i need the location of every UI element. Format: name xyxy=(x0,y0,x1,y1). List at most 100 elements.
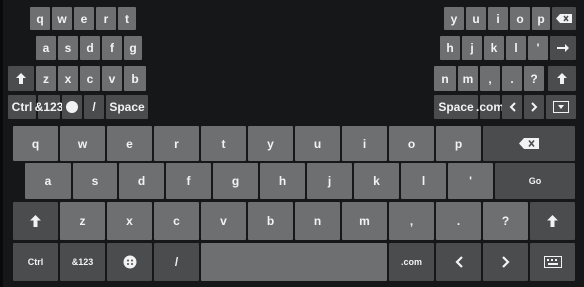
key-label: r xyxy=(174,136,179,151)
key-z[interactable]: z xyxy=(60,202,105,240)
key-j[interactable]: j xyxy=(307,163,352,199)
key-label: / xyxy=(174,255,179,269)
key-n[interactable]: n xyxy=(295,202,340,240)
key-l-split[interactable]: l xyxy=(506,36,526,60)
key-c[interactable]: c xyxy=(154,202,199,240)
key-g[interactable]: g xyxy=(213,163,258,199)
right-arrow-key[interactable] xyxy=(483,243,528,281)
key-i-split[interactable]: i xyxy=(488,7,508,30)
key-label: b xyxy=(266,214,275,228)
key-comma-split[interactable]: , xyxy=(480,66,500,91)
key-y[interactable]: y xyxy=(248,126,293,161)
key-apostrophe-split[interactable]: ' xyxy=(528,36,548,60)
key-x-split[interactable]: x xyxy=(58,66,78,91)
key-r-split[interactable]: r xyxy=(96,7,116,30)
key-x[interactable]: x xyxy=(107,202,152,240)
key-q-split[interactable]: q xyxy=(30,7,50,30)
key-n-split[interactable]: n xyxy=(434,66,456,91)
dotcom-key[interactable]: .com xyxy=(389,243,434,281)
key-m-split[interactable]: m xyxy=(458,66,478,91)
key-k[interactable]: k xyxy=(354,163,399,199)
key-label: . xyxy=(456,214,461,228)
key-o[interactable]: o xyxy=(389,126,434,161)
backspace-key[interactable] xyxy=(483,126,575,161)
key-p-split[interactable]: p xyxy=(532,7,550,30)
key-v[interactable]: v xyxy=(201,202,246,240)
key-d-split[interactable]: d xyxy=(80,36,100,60)
key-q[interactable]: q xyxy=(13,126,58,161)
key-b-split[interactable]: b xyxy=(124,66,146,91)
key-t[interactable]: t xyxy=(201,126,246,161)
key-f-split[interactable]: f xyxy=(102,36,122,60)
key-label: f xyxy=(110,41,114,55)
key-u[interactable]: u xyxy=(295,126,340,161)
left-arrow-key[interactable] xyxy=(436,243,481,281)
key-period-split[interactable]: . xyxy=(502,66,522,91)
key-g-split[interactable]: g xyxy=(124,36,142,60)
go-key[interactable]: Go xyxy=(495,163,575,199)
backspace-key-split[interactable] xyxy=(552,7,576,30)
emoji-key-split[interactable] xyxy=(62,95,82,119)
key-i[interactable]: i xyxy=(342,126,387,161)
key-w-split[interactable]: w xyxy=(52,7,72,30)
keyboard-switch-key-split[interactable] xyxy=(546,95,576,119)
slash-key[interactable]: / xyxy=(154,243,199,281)
ctrl-key-split[interactable]: Ctrl xyxy=(8,95,36,119)
key-y-split[interactable]: y xyxy=(444,7,464,30)
emoji-key[interactable] xyxy=(107,243,152,281)
key-v-split[interactable]: v xyxy=(102,66,122,91)
key-r[interactable]: r xyxy=(154,126,199,161)
key-e-split[interactable]: e xyxy=(74,7,94,30)
key-h[interactable]: h xyxy=(260,163,305,199)
key-k-split[interactable]: k xyxy=(484,36,504,60)
key-question-split[interactable]: ? xyxy=(524,66,544,91)
shift-key-split-left[interactable] xyxy=(8,66,34,91)
key-label: h xyxy=(446,41,454,55)
key-c-split[interactable]: c xyxy=(80,66,100,91)
key-f[interactable]: f xyxy=(166,163,211,199)
key-label: z xyxy=(79,214,86,228)
key-a-split[interactable]: a xyxy=(36,36,56,60)
key-b[interactable]: b xyxy=(248,202,293,240)
space-bar[interactable] xyxy=(201,243,387,281)
key-t-split[interactable]: t xyxy=(118,7,136,30)
key-comma[interactable]: , xyxy=(389,202,434,240)
key-p[interactable]: p xyxy=(436,126,481,161)
key-apostrophe[interactable]: ' xyxy=(448,163,493,199)
keyboard-switch-key[interactable] xyxy=(530,243,575,281)
key-d[interactable]: d xyxy=(119,163,164,199)
shift-key-right[interactable] xyxy=(530,202,575,240)
shift-key-split-right[interactable] xyxy=(548,66,576,91)
key-j-split[interactable]: j xyxy=(462,36,482,60)
key-question[interactable]: ? xyxy=(483,202,528,240)
ctrl-key[interactable]: Ctrl xyxy=(13,243,58,281)
key-label: ? xyxy=(501,214,510,228)
key-a[interactable]: a xyxy=(25,163,71,199)
key-m[interactable]: m xyxy=(342,202,387,240)
shift-key-left[interactable] xyxy=(13,202,58,240)
key-o-split[interactable]: o xyxy=(510,7,530,30)
key-period[interactable]: . xyxy=(436,202,481,240)
key-e[interactable]: e xyxy=(107,126,152,161)
dotcom-key-split[interactable]: .com xyxy=(476,95,504,119)
enter-key-split[interactable] xyxy=(550,36,576,60)
key-l[interactable]: l xyxy=(401,163,446,199)
key-label: x xyxy=(126,214,133,228)
key-w[interactable]: w xyxy=(60,126,105,161)
key-z-split[interactable]: z xyxy=(36,66,56,91)
left-arrow-key-split[interactable] xyxy=(502,95,522,119)
shift-arrow-icon xyxy=(557,73,567,84)
space-key-split-right[interactable]: Space xyxy=(434,95,478,119)
key-s-split[interactable]: s xyxy=(58,36,78,60)
symbols-key-split[interactable]: &123 xyxy=(35,95,63,119)
symbols-key[interactable]: &123 xyxy=(60,243,105,281)
chevron-right-icon xyxy=(501,256,510,268)
key-h-split[interactable]: h xyxy=(440,36,460,60)
key-label: s xyxy=(91,174,99,188)
slash-key-split[interactable]: / xyxy=(84,95,104,119)
key-label: w xyxy=(77,136,88,151)
space-key-split-left[interactable]: Space xyxy=(106,95,148,119)
right-arrow-key-split[interactable] xyxy=(524,95,544,119)
key-u-split[interactable]: u xyxy=(466,7,486,30)
key-s[interactable]: s xyxy=(73,163,117,199)
